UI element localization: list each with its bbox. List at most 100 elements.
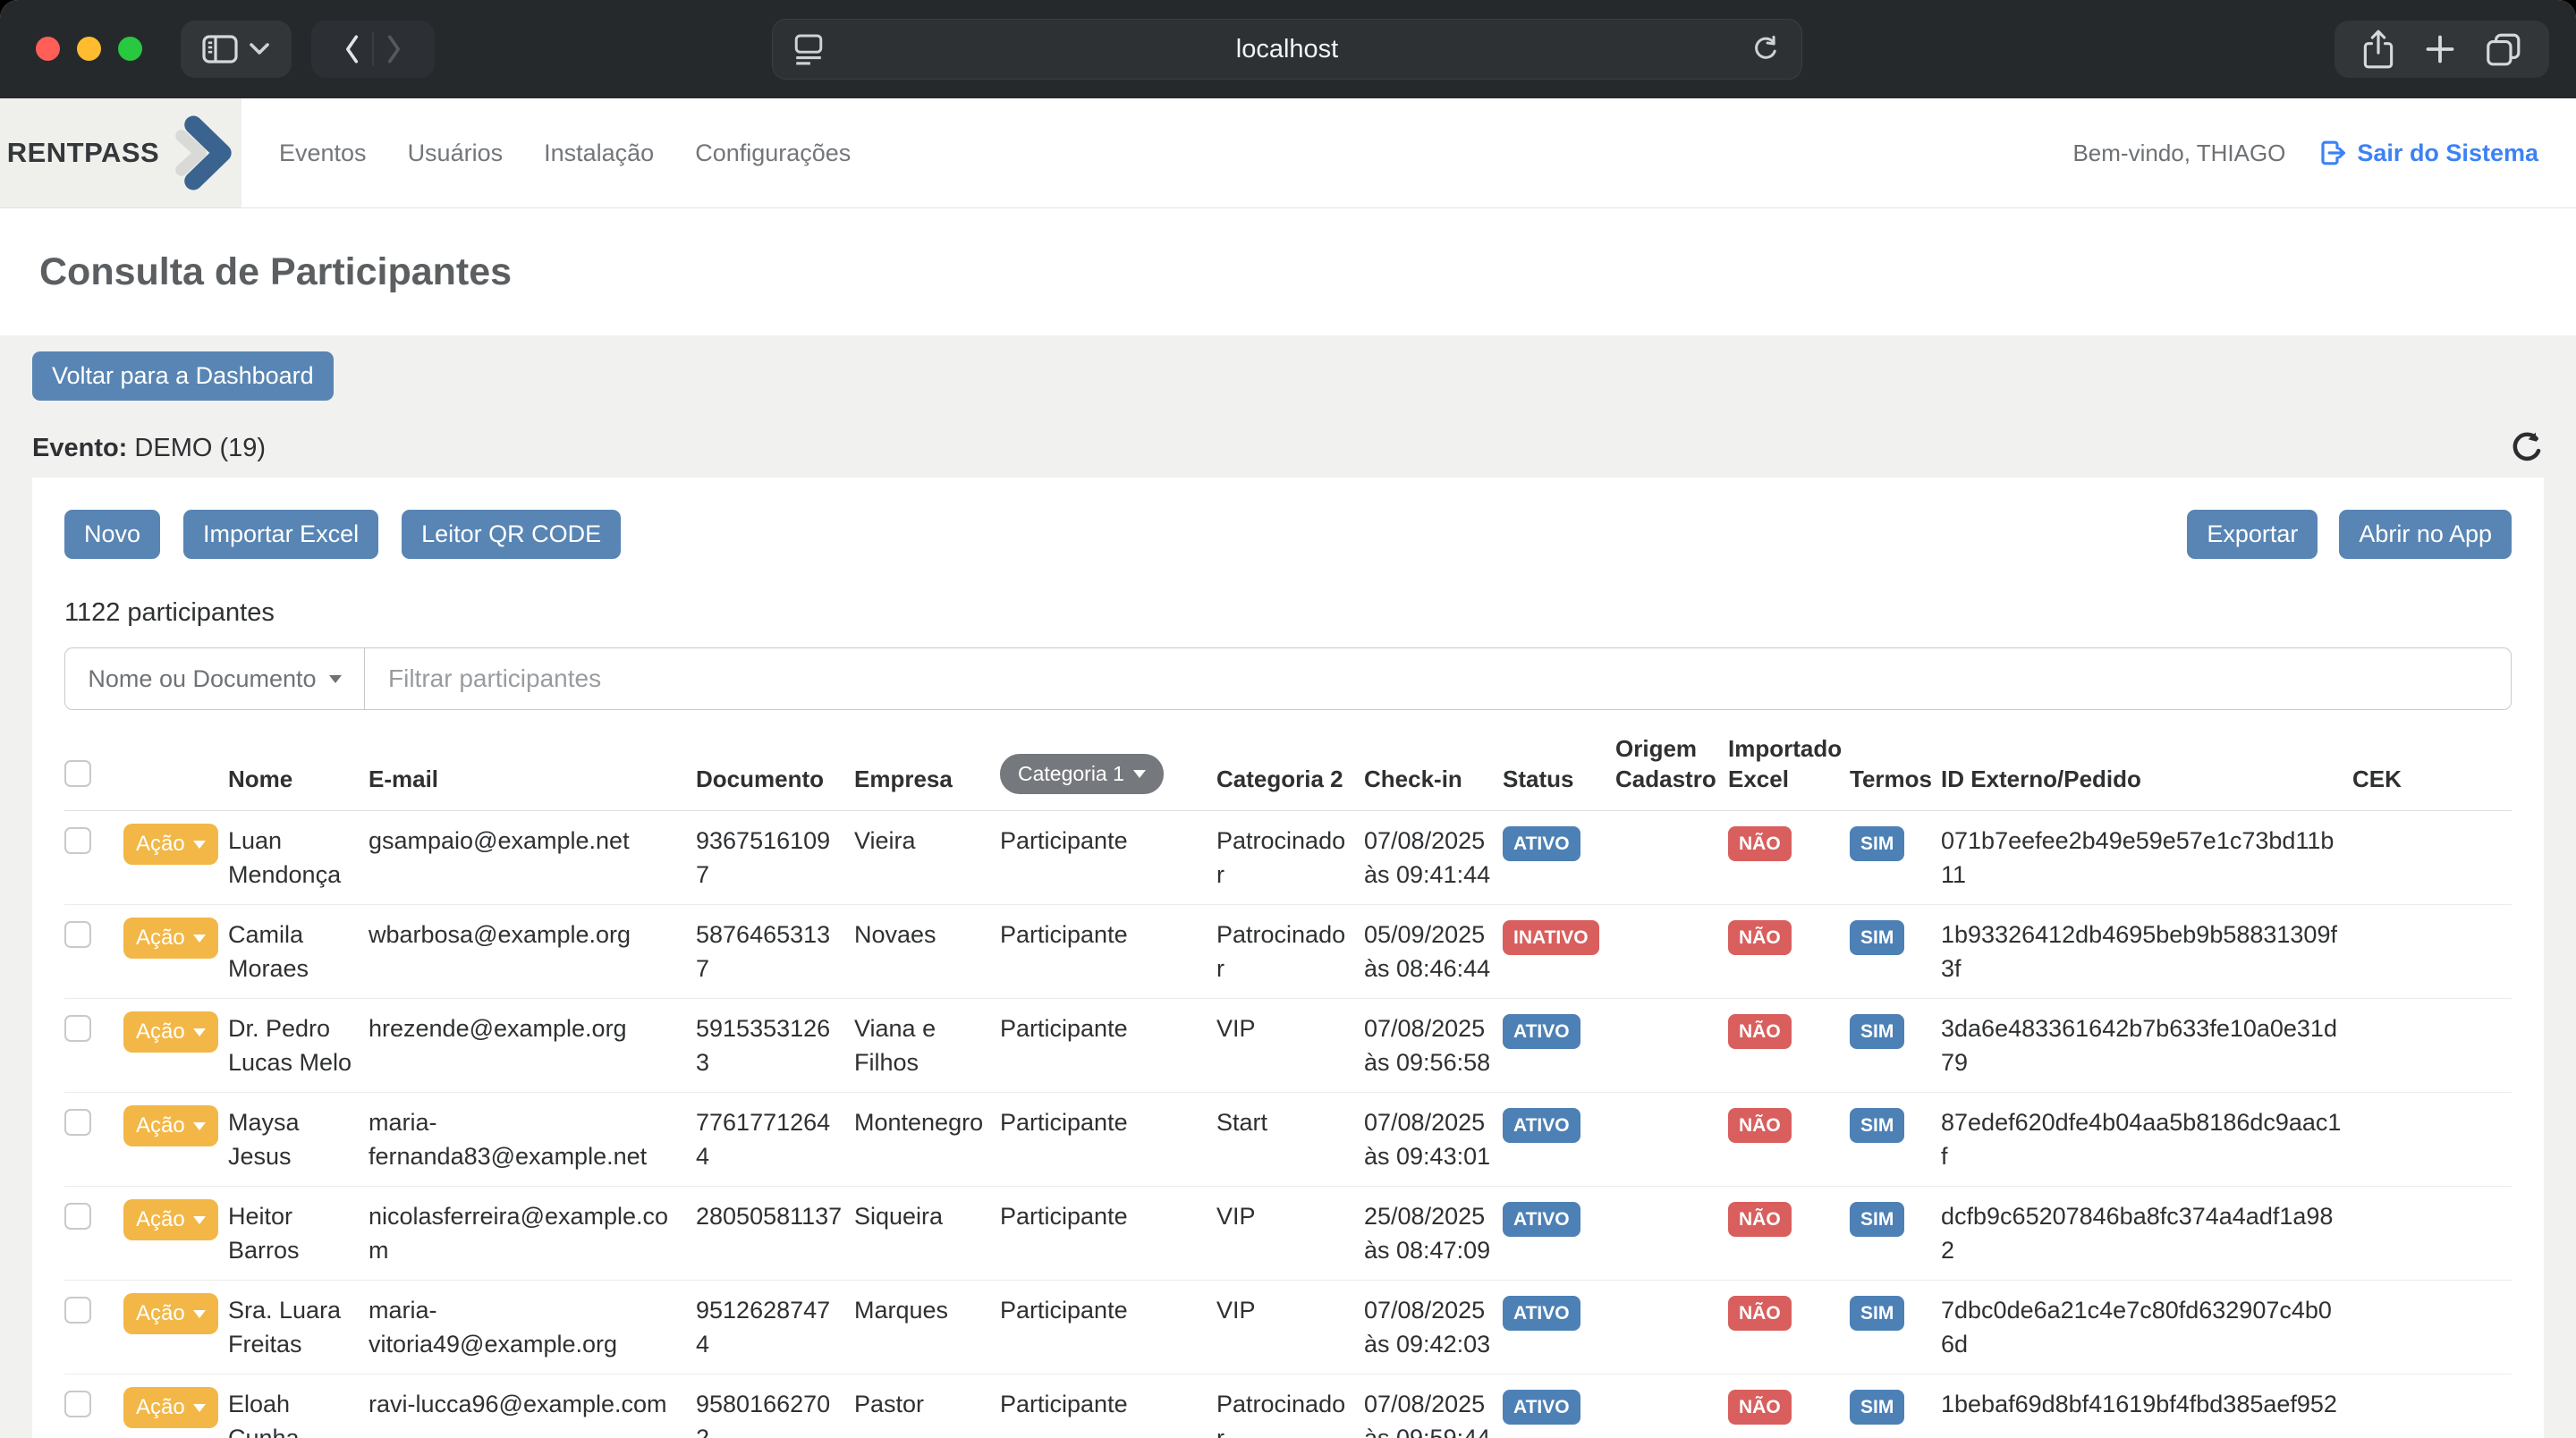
acao-button[interactable]: Ação (123, 824, 218, 865)
acao-button[interactable]: Ação (123, 1105, 218, 1146)
import-excel-button[interactable]: Importar Excel (183, 510, 378, 559)
header-nome: Nome (228, 733, 369, 811)
acao-button[interactable]: Ação (123, 1199, 218, 1240)
header-right: Bem-vindo, THIAGO Sair do Sistema (2072, 139, 2576, 167)
card-toolbar: Novo Importar Excel Leitor QR CODE Expor… (64, 510, 2512, 559)
logo-text: RENTPASS (7, 137, 160, 169)
reload-button[interactable] (1751, 34, 1780, 64)
cell-termos: SIM (1850, 1281, 1941, 1375)
new-tab-button[interactable] (2424, 33, 2456, 65)
cell-empresa: Montenegro (854, 1093, 1000, 1187)
row-checkbox[interactable] (64, 1015, 91, 1042)
row-checkbox[interactable] (64, 921, 91, 948)
share-button[interactable] (2361, 29, 2395, 70)
qr-reader-button[interactable]: Leitor QR CODE (402, 510, 621, 559)
row-checkbox[interactable] (64, 1203, 91, 1230)
row-checkbox[interactable] (64, 827, 91, 854)
cell-cek (2352, 811, 2512, 905)
cell-email: wbarbosa@example.org (369, 905, 696, 999)
cell-checkin: 25/08/2025às 08:47:09 (1364, 1187, 1503, 1281)
termos-badge: SIM (1850, 920, 1904, 955)
row-checkbox[interactable] (64, 1297, 91, 1324)
cell-status: ATIVO (1503, 1187, 1615, 1281)
select-all-checkbox[interactable] (64, 760, 91, 787)
zoom-window-button[interactable] (118, 37, 142, 61)
cell-email: nicolasferreira@example.com (369, 1187, 696, 1281)
termos-badge: SIM (1850, 1108, 1904, 1143)
back-to-dashboard-button[interactable]: Voltar para a Dashboard (32, 351, 334, 401)
importado-excel-badge: NÃO (1728, 826, 1792, 861)
cell-categoria1: Participante (1000, 811, 1216, 905)
event-value: DEMO (19) (134, 434, 266, 462)
back-button[interactable] (340, 33, 363, 65)
table-row: AçãoCamila Moraeswbarbosa@example.org587… (64, 905, 2512, 999)
cell-checkin: 05/09/2025às 08:46:44 (1364, 905, 1503, 999)
acao-button[interactable]: Ação (123, 1387, 218, 1428)
sidebar-toggle-button[interactable] (181, 21, 292, 78)
cell-origem-cadastro (1615, 1187, 1728, 1281)
table-row: AçãoMaysa Jesusmaria-fernanda83@example.… (64, 1093, 2512, 1187)
refresh-button[interactable] (2510, 431, 2544, 465)
header-cek: CEK (2352, 733, 2512, 811)
header-id-externo: ID Externo/Pedido (1941, 733, 2352, 811)
logout-link[interactable]: Sair do Sistema (2319, 139, 2538, 167)
cell-categoria1: Participante (1000, 1281, 1216, 1375)
nav-instalacao[interactable]: Instalação (544, 140, 654, 167)
participants-table: Nome E-mail Documento Empresa Categoria … (64, 733, 2512, 1438)
address-bar[interactable]: localhost (772, 19, 1802, 80)
filter-field-dropdown[interactable]: Nome ou Documento (64, 647, 365, 710)
tab-overview-button[interactable] (2485, 32, 2522, 66)
nav-configuracoes[interactable]: Configurações (695, 140, 851, 167)
categoria1-filter-button[interactable]: Categoria 1 (1000, 754, 1164, 794)
minimize-window-button[interactable] (77, 37, 101, 61)
page-settings-icon[interactable] (794, 33, 823, 65)
event-text: Evento: DEMO (19) (32, 434, 266, 463)
rentpass-logo[interactable]: RENTPASS (0, 98, 242, 207)
cell-id-externo: 1b93326412db4695beb9b58831309f3f (1941, 905, 2352, 999)
caret-down-icon (193, 1310, 206, 1318)
cell-email: hrezende@example.org (369, 999, 696, 1093)
cell-status: ATIVO (1503, 1093, 1615, 1187)
cell-origem-cadastro (1615, 811, 1728, 905)
acao-button[interactable]: Ação (123, 1011, 218, 1053)
event-label: Evento: (32, 434, 127, 462)
browser-window: localhost RENTPASS Eventos Usuários Inst… (0, 0, 2576, 1438)
toolbar-right-group (2334, 21, 2549, 78)
header-acao (123, 733, 228, 811)
termos-badge: SIM (1850, 1296, 1904, 1331)
open-in-app-button[interactable]: Abrir no App (2339, 510, 2512, 559)
termos-badge: SIM (1850, 826, 1904, 861)
filter-input[interactable] (365, 647, 2512, 710)
cell-nome: Sra. Luara Freitas (228, 1281, 369, 1375)
cell-checkbox (64, 905, 123, 999)
cell-status: ATIVO (1503, 1281, 1615, 1375)
termos-badge: SIM (1850, 1014, 1904, 1049)
cell-importado-excel: NÃO (1728, 1375, 1850, 1438)
welcome-text: Bem-vindo, THIAGO (2072, 140, 2285, 167)
cell-checkbox (64, 811, 123, 905)
acao-button[interactable]: Ação (123, 1293, 218, 1334)
event-row: Evento: DEMO (19) (32, 431, 2544, 465)
importado-excel-badge: NÃO (1728, 1202, 1792, 1237)
history-nav (311, 21, 435, 78)
cell-email: maria-fernanda83@example.net (369, 1093, 696, 1187)
caret-down-icon (193, 1216, 206, 1224)
export-button[interactable]: Exportar (2187, 510, 2318, 559)
cell-categoria2: Patrocinador (1216, 811, 1364, 905)
nav-eventos[interactable]: Eventos (279, 140, 367, 167)
row-checkbox[interactable] (64, 1109, 91, 1136)
header-origem-cadastro: Origem Cadastro (1615, 733, 1728, 811)
row-checkbox[interactable] (64, 1391, 91, 1417)
cell-checkin: 07/08/2025às 09:41:44 (1364, 811, 1503, 905)
cell-termos: SIM (1850, 1093, 1941, 1187)
cell-termos: SIM (1850, 1375, 1941, 1438)
termos-badge: SIM (1850, 1202, 1904, 1237)
table-row: AçãoSra. Luara Freitasmaria-vitoria49@ex… (64, 1281, 2512, 1375)
acao-button[interactable]: Ação (123, 918, 218, 959)
new-button[interactable]: Novo (64, 510, 160, 559)
cell-checkin: 07/08/2025às 09:42:03 (1364, 1281, 1503, 1375)
forward-button[interactable] (383, 33, 406, 65)
nav-usuarios[interactable]: Usuários (408, 140, 504, 167)
cell-checkbox (64, 1093, 123, 1187)
close-window-button[interactable] (36, 37, 60, 61)
